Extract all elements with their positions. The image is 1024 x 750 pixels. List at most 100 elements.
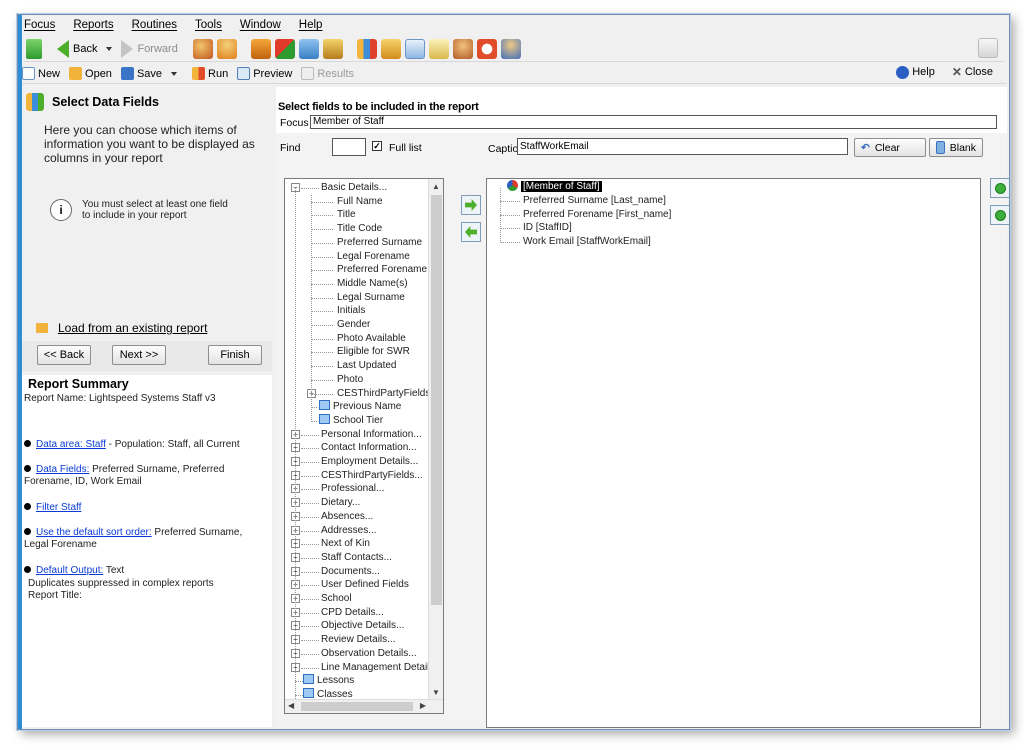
- tree-group[interactable]: Staff Contacts...: [321, 551, 392, 564]
- tree-group[interactable]: Observation Details...: [321, 647, 417, 660]
- tree-table-node[interactable]: School Tier: [319, 413, 383, 427]
- menu-routines[interactable]: Routines: [132, 19, 177, 35]
- move-up-button[interactable]: [990, 178, 1009, 198]
- scroll-left-icon[interactable]: ◀: [288, 701, 294, 710]
- tree-vertical-scrollbar[interactable]: ▲ ▼: [428, 179, 443, 700]
- menu-tools[interactable]: Tools: [195, 19, 222, 35]
- selected-root[interactable]: [Member of Staff]: [507, 180, 602, 193]
- finish-button[interactable]: Finish: [208, 345, 262, 365]
- tree-group[interactable]: Next of Kin: [321, 537, 370, 550]
- add-field-button[interactable]: [461, 195, 481, 215]
- tree-field[interactable]: Legal Surname: [337, 291, 405, 304]
- tree-group[interactable]: Review Details...: [321, 633, 395, 646]
- staff-group-icon[interactable]: [192, 38, 213, 59]
- help-button[interactable]: Help: [896, 65, 935, 79]
- tree-field[interactable]: Middle Name(s): [337, 277, 408, 290]
- book-icon[interactable]: [250, 38, 271, 59]
- scroll-up-icon[interactable]: ▲: [432, 182, 440, 191]
- switch-icon[interactable]: [26, 38, 42, 59]
- tree-table-node[interactable]: Previous Name: [319, 400, 401, 413]
- data-area-link[interactable]: Data area: Staff: [36, 439, 106, 450]
- run-button[interactable]: Run: [192, 67, 228, 80]
- new-button[interactable]: New: [22, 67, 60, 80]
- tree-field[interactable]: Legal Forename: [337, 250, 410, 263]
- tree-field[interactable]: Preferred Surname: [337, 236, 422, 249]
- report-wizard-icon[interactable]: [380, 38, 401, 59]
- back-step-button[interactable]: << Back: [37, 345, 91, 365]
- tree-group[interactable]: Addresses...: [321, 524, 377, 537]
- tree-field[interactable]: Photo: [337, 373, 363, 386]
- menu-window[interactable]: Window: [240, 19, 281, 35]
- scroll-right-icon[interactable]: ▶: [420, 701, 426, 710]
- next-step-button[interactable]: Next >>: [112, 345, 166, 365]
- tree-group[interactable]: Dietary...: [321, 496, 360, 509]
- close-button[interactable]: ✕ Close: [952, 65, 993, 79]
- save-dropdown-icon[interactable]: [171, 71, 178, 76]
- results-button[interactable]: Results: [301, 67, 354, 80]
- person-pencil-icon[interactable]: [452, 38, 473, 59]
- sort-order-link[interactable]: Use the default sort order:: [36, 527, 152, 538]
- find-input[interactable]: [332, 138, 366, 156]
- tree-hscroll-thumb[interactable]: [301, 702, 413, 711]
- tree-group[interactable]: Line Management Details...: [321, 661, 443, 674]
- tree-group[interactable]: Personal Information...: [321, 428, 422, 441]
- envelope-icon[interactable]: [298, 38, 319, 59]
- available-fields-tree[interactable]: − Basic Details... Full Name Title Title Cod…: [284, 178, 444, 714]
- exit-app-icon[interactable]: [978, 38, 998, 58]
- filter-staff-link[interactable]: Filter Staff: [36, 502, 81, 513]
- full-list-checkbox[interactable]: ✓: [372, 141, 382, 151]
- user-icon[interactable]: [500, 38, 521, 59]
- caption-input[interactable]: StaffWorkEmail: [517, 138, 848, 155]
- tree-field[interactable]: Photo Available: [337, 332, 406, 345]
- blank-button[interactable]: Blank: [929, 138, 983, 157]
- move-down-button[interactable]: [990, 205, 1009, 225]
- certificate-icon[interactable]: [322, 38, 343, 59]
- load-existing-report-link[interactable]: Load from an existing report: [36, 321, 207, 335]
- open-button[interactable]: Open: [69, 67, 112, 80]
- selected-field[interactable]: Preferred Forename [First_name]: [523, 208, 671, 221]
- tree-field[interactable]: Initials: [337, 304, 365, 317]
- alarm-clock-icon[interactable]: [476, 38, 497, 59]
- data-fields-link[interactable]: Data Fields:: [36, 464, 89, 475]
- selected-field[interactable]: ID [StaffID]: [523, 221, 572, 234]
- tree-group[interactable]: Objective Details...: [321, 619, 404, 632]
- tree-group[interactable]: School: [321, 592, 352, 605]
- back-button[interactable]: Back: [54, 38, 100, 60]
- default-output-link[interactable]: Default Output:: [36, 565, 103, 576]
- back-dropdown-icon[interactable]: [106, 46, 113, 51]
- tree-field[interactable]: Eligible for SWR: [337, 345, 410, 358]
- forward-button[interactable]: Forward: [118, 38, 180, 60]
- tree-field[interactable]: Title Code: [337, 222, 382, 235]
- tree-group[interactable]: Employment Details...: [321, 455, 418, 468]
- clear-button[interactable]: ↶ Clear: [854, 138, 926, 157]
- menu-help[interactable]: Help: [299, 19, 323, 35]
- document-list-icon[interactable]: [404, 38, 425, 59]
- tree-table-node[interactable]: Lessons: [303, 674, 354, 687]
- scroll-down-icon[interactable]: ▼: [432, 688, 440, 697]
- tree-field[interactable]: Gender: [337, 318, 370, 331]
- student-icon[interactable]: [216, 38, 237, 59]
- selected-field[interactable]: Preferred Surname [Last_name]: [523, 194, 666, 207]
- tree-field[interactable]: Preferred Forename: [337, 263, 427, 276]
- tree-field[interactable]: Title: [337, 208, 356, 221]
- remove-field-button[interactable]: [461, 222, 481, 242]
- tree-group[interactable]: Absences...: [321, 510, 373, 523]
- tree-group[interactable]: CPD Details...: [321, 606, 384, 619]
- tree-group[interactable]: CESThirdPartyFields...: [321, 469, 423, 482]
- preview-button[interactable]: Preview: [237, 67, 292, 80]
- tree-group[interactable]: User Defined Fields: [321, 578, 409, 591]
- menu-focus[interactable]: Focus: [24, 19, 55, 35]
- selected-field[interactable]: Work Email [StaffWorkEmail]: [523, 235, 651, 248]
- tree-field[interactable]: Full Name: [337, 195, 383, 208]
- tree-group[interactable]: Professional...: [321, 482, 384, 495]
- flag-icon[interactable]: [274, 38, 295, 59]
- tree-field[interactable]: Last Updated: [337, 359, 397, 372]
- tree-group[interactable]: Basic Details...: [321, 181, 387, 194]
- selected-fields-tree[interactable]: [Member of Staff] Preferred Surname [Las…: [486, 178, 981, 728]
- chart-report-icon[interactable]: [356, 38, 377, 59]
- notes-icon[interactable]: [428, 38, 449, 59]
- tree-group[interactable]: Documents...: [321, 565, 380, 578]
- load-existing-report-text[interactable]: Load from an existing report: [58, 321, 207, 335]
- tree-horizontal-scrollbar[interactable]: ◀ ▶: [285, 699, 443, 713]
- tree-field[interactable]: CESThirdPartyFields...: [337, 387, 439, 400]
